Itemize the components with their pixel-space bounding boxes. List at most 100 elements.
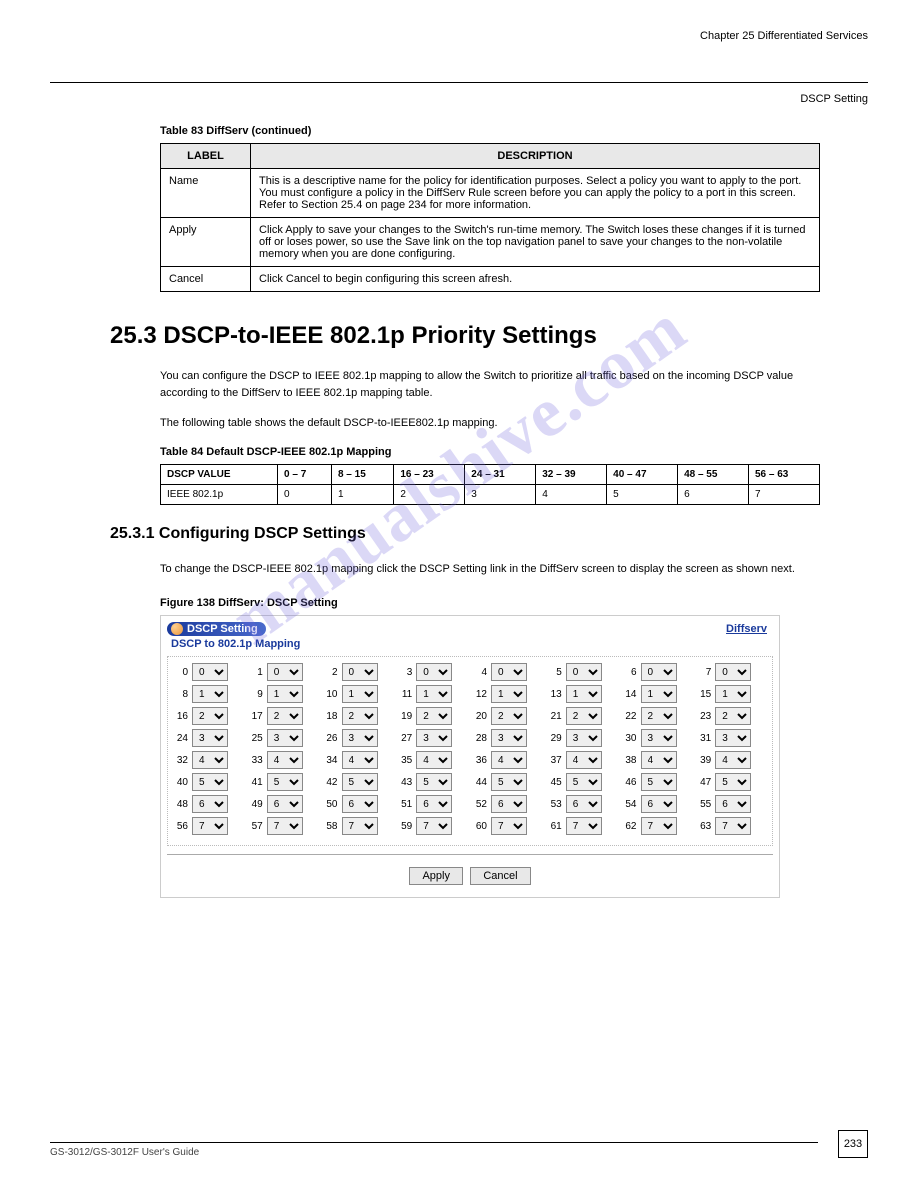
dscp-priority-select[interactable]: 01234567 [491,795,527,813]
t2-header-cell: 0 – 7 [278,464,332,484]
dscp-priority-select[interactable]: 01234567 [491,817,527,835]
apply-button[interactable]: Apply [409,867,463,885]
dscp-index-label: 54 [621,799,639,810]
dscp-priority-select[interactable]: 01234567 [715,729,751,747]
dscp-cell: 6001234567 [471,817,544,835]
dscp-priority-select[interactable]: 01234567 [267,817,303,835]
dscp-priority-select[interactable]: 01234567 [566,707,602,725]
dscp-priority-select[interactable]: 01234567 [641,729,677,747]
dscp-priority-select[interactable]: 01234567 [267,751,303,769]
dscp-priority-select[interactable]: 01234567 [416,795,452,813]
dscp-priority-select[interactable]: 01234567 [566,751,602,769]
dscp-index-label: 37 [546,755,564,766]
dscp-priority-select[interactable]: 01234567 [192,685,228,703]
dscp-priority-select[interactable]: 01234567 [267,707,303,725]
dscp-index-label: 32 [172,755,190,766]
dscp-priority-select[interactable]: 01234567 [641,685,677,703]
dscp-priority-select[interactable]: 01234567 [566,729,602,747]
dscp-index-label: 23 [695,711,713,722]
dscp-index-label: 1 [247,667,265,678]
dscp-priority-select[interactable]: 01234567 [342,663,378,681]
dscp-priority-select[interactable]: 01234567 [641,751,677,769]
dscp-priority-select[interactable]: 01234567 [267,685,303,703]
dscp-priority-select[interactable]: 01234567 [715,795,751,813]
dscp-priority-select[interactable]: 01234567 [641,795,677,813]
t2-value-cell: 4 [536,484,607,504]
dscp-priority-select[interactable]: 01234567 [715,685,751,703]
desc-cell: This is a descriptive name for the polic… [251,169,820,218]
dscp-priority-select[interactable]: 01234567 [267,729,303,747]
dscp-priority-select[interactable]: 01234567 [192,707,228,725]
dscp-priority-select[interactable]: 01234567 [416,707,452,725]
dscp-priority-select[interactable]: 01234567 [267,795,303,813]
dscp-priority-select[interactable]: 01234567 [491,685,527,703]
dscp-priority-select[interactable]: 01234567 [715,773,751,791]
dscp-priority-select[interactable]: 01234567 [416,773,452,791]
dscp-priority-select[interactable]: 01234567 [342,707,378,725]
dscp-priority-select[interactable]: 01234567 [342,773,378,791]
dscp-cell: 2901234567 [546,729,619,747]
dscp-priority-select[interactable]: 01234567 [342,817,378,835]
dscp-priority-select[interactable]: 01234567 [192,751,228,769]
dscp-priority-select[interactable]: 01234567 [641,707,677,725]
dscp-priority-select[interactable]: 01234567 [566,685,602,703]
dscp-priority-select[interactable]: 01234567 [416,663,452,681]
dscp-cell: 601234567 [621,663,694,681]
dscp-priority-select[interactable]: 01234567 [192,795,228,813]
dscp-index-label: 62 [621,821,639,832]
cancel-button[interactable]: Cancel [470,867,530,885]
dscp-priority-select[interactable]: 01234567 [566,817,602,835]
dscp-priority-select[interactable]: 01234567 [192,663,228,681]
dscp-cell: 2701234567 [396,729,469,747]
dscp-priority-select[interactable]: 01234567 [641,773,677,791]
dscp-cell: 901234567 [247,685,320,703]
dscp-index-label: 26 [322,733,340,744]
label-cell: Apply [161,218,251,267]
dscp-cell: 2001234567 [471,707,544,725]
dscp-priority-select[interactable]: 01234567 [715,707,751,725]
dscp-priority-select[interactable]: 01234567 [192,773,228,791]
dscp-priority-select[interactable]: 01234567 [491,729,527,747]
dscp-cell: 3301234567 [247,751,320,769]
dscp-priority-select[interactable]: 01234567 [267,663,303,681]
dscp-priority-select[interactable]: 01234567 [267,773,303,791]
dscp-priority-select[interactable]: 01234567 [342,685,378,703]
dscp-priority-select[interactable]: 01234567 [342,795,378,813]
dscp-priority-select[interactable]: 01234567 [416,685,452,703]
header-rule [50,82,868,83]
dscp-priority-select[interactable]: 01234567 [416,729,452,747]
dscp-priority-select[interactable]: 01234567 [491,751,527,769]
dscp-index-label: 47 [695,777,713,788]
dscp-cell: 5501234567 [695,795,768,813]
dscp-index-label: 24 [172,733,190,744]
dscp-priority-select[interactable]: 01234567 [715,751,751,769]
dscp-cell: 701234567 [695,663,768,681]
dscp-cell: 5101234567 [396,795,469,813]
dscp-cell: 1201234567 [471,685,544,703]
dscp-priority-select[interactable]: 01234567 [566,773,602,791]
diffserv-link[interactable]: Diffserv [726,623,767,635]
dscp-priority-select[interactable]: 01234567 [715,817,751,835]
dscp-row: 3201234567330123456734012345673501234567… [172,751,768,769]
table-2-caption: Table 84 Default DSCP-IEEE 802.1p Mappin… [160,446,868,458]
dscp-priority-select[interactable]: 01234567 [342,751,378,769]
dscp-priority-select[interactable]: 01234567 [416,817,452,835]
dscp-cell: 4001234567 [172,773,245,791]
dscp-priority-select[interactable]: 01234567 [491,773,527,791]
dscp-priority-select[interactable]: 01234567 [641,663,677,681]
dscp-priority-select[interactable]: 01234567 [715,663,751,681]
dscp-priority-select[interactable]: 01234567 [641,817,677,835]
dscp-priority-select[interactable]: 01234567 [342,729,378,747]
dscp-priority-select[interactable]: 01234567 [491,707,527,725]
dscp-index-label: 63 [695,821,713,832]
figure-caption: Figure 138 DiffServ: DSCP Setting [160,597,868,609]
dscp-cell: 3401234567 [322,751,395,769]
dscp-priority-select[interactable]: 01234567 [566,663,602,681]
dscp-priority-select[interactable]: 01234567 [416,751,452,769]
dscp-priority-select[interactable]: 01234567 [566,795,602,813]
dscp-row: 0012345671012345672012345673012345674012… [172,663,768,681]
dscp-priority-select[interactable]: 01234567 [192,729,228,747]
dscp-priority-select[interactable]: 01234567 [192,817,228,835]
dscp-priority-select[interactable]: 01234567 [491,663,527,681]
dscp-index-label: 31 [695,733,713,744]
